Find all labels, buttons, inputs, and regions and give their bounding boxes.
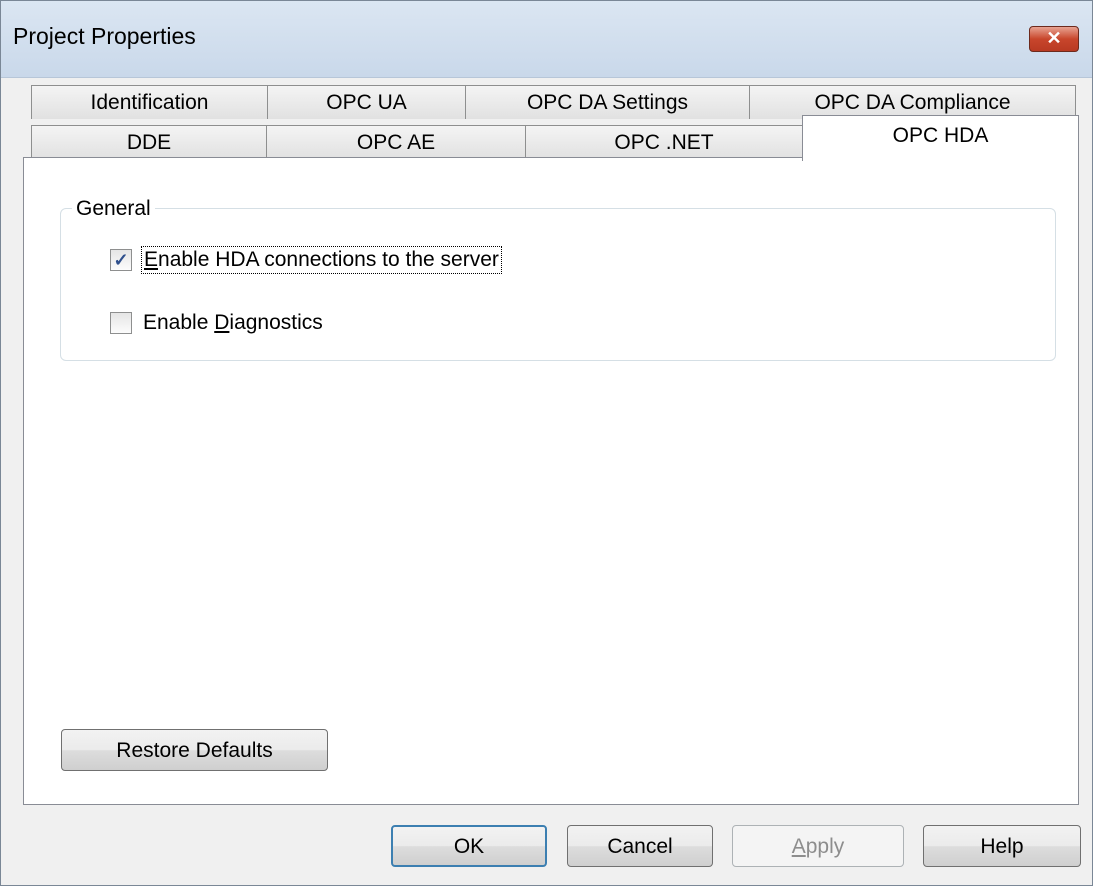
- label-text: Enable: [143, 311, 215, 334]
- close-icon: ✕: [1046, 28, 1062, 48]
- general-legend: General: [72, 197, 155, 221]
- tab-opc-da-settings[interactable]: OPC DA Settings: [465, 85, 750, 119]
- general-groupbox: [60, 208, 1056, 361]
- label-text: nable HDA connections to the server: [158, 248, 499, 271]
- tab-label: OPC DA Settings: [526, 91, 689, 114]
- project-properties-dialog: Project Properties ✕ Identification OPC …: [0, 0, 1093, 886]
- tab-label: OPC DA Compliance: [814, 91, 1011, 114]
- help-button[interactable]: Help: [923, 825, 1081, 867]
- tab-label: OPC UA: [326, 91, 407, 114]
- tab-opc-hda[interactable]: OPC HDA: [802, 115, 1079, 161]
- mnemonic-char: A: [791, 835, 806, 858]
- apply-button[interactable]: Apply: [732, 825, 904, 867]
- ok-button[interactable]: OK: [391, 825, 547, 867]
- tab-identification[interactable]: Identification: [31, 85, 268, 119]
- cancel-button[interactable]: Cancel: [567, 825, 713, 867]
- tab-dde[interactable]: DDE: [31, 125, 267, 159]
- mnemonic-char: E: [144, 248, 159, 271]
- tab-opc-da-compliance[interactable]: OPC DA Compliance: [749, 85, 1076, 119]
- mnemonic-char: D: [214, 311, 230, 334]
- window-title: Project Properties: [13, 23, 196, 49]
- tab-label: DDE: [126, 131, 172, 154]
- enable-diagnostics-label[interactable]: Enable Diagnostics: [141, 310, 325, 336]
- restore-defaults-button[interactable]: Restore Defaults: [61, 729, 328, 771]
- label-text: iagnostics: [229, 311, 323, 334]
- tab-opc-ua[interactable]: OPC UA: [267, 85, 466, 119]
- title-bar[interactable]: Project Properties ✕: [1, 1, 1092, 78]
- opc-hda-panel: General ✓ Enable HDA connections to the …: [23, 157, 1079, 805]
- tab-label: OPC AE: [356, 131, 436, 154]
- button-label: pply: [805, 835, 845, 858]
- tab-opc-ae[interactable]: OPC AE: [266, 125, 526, 159]
- close-button[interactable]: ✕: [1029, 26, 1079, 52]
- enable-hda-label[interactable]: Enable HDA connections to the server: [141, 246, 502, 274]
- tab-label: OPC HDA: [892, 124, 989, 147]
- enable-diagnostics-option[interactable]: Enable Diagnostics: [110, 310, 325, 336]
- checkmark-icon: ✓: [113, 249, 129, 270]
- enable-diagnostics-checkbox[interactable]: [110, 312, 132, 334]
- tab-opc-net[interactable]: OPC .NET: [525, 125, 803, 159]
- tab-label: Identification: [90, 91, 209, 114]
- tab-label: OPC .NET: [614, 131, 714, 154]
- enable-hda-option[interactable]: ✓ Enable HDA connections to the server: [110, 246, 502, 274]
- enable-hda-checkbox[interactable]: ✓: [110, 249, 132, 271]
